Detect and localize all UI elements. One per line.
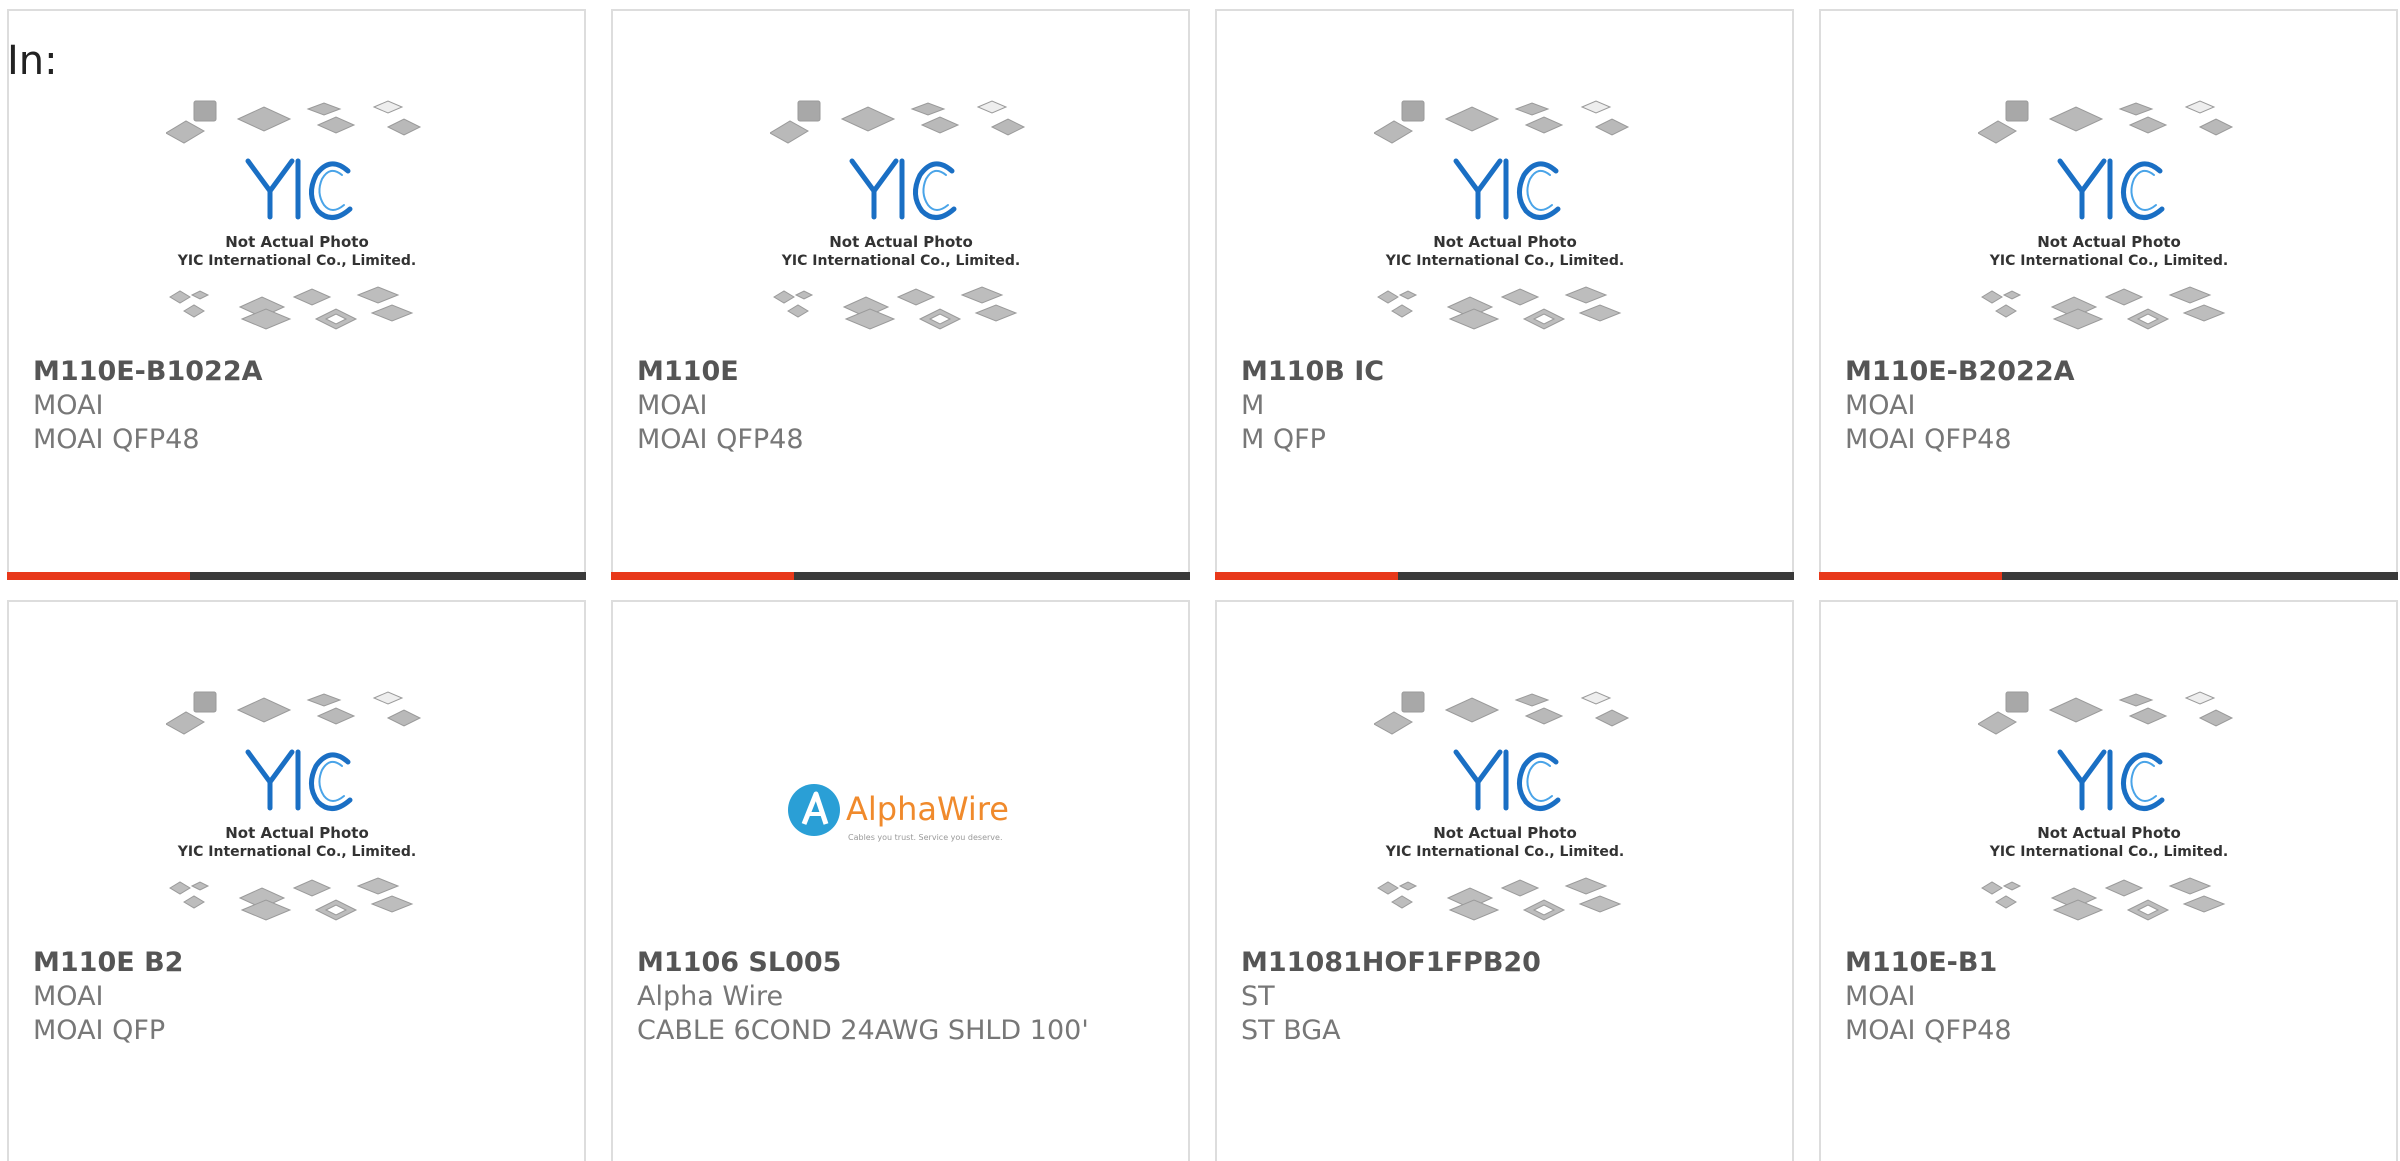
product-thumbnail[interactable]: Not Actual Photo YIC International Co., … (9, 690, 584, 942)
product-card[interactable]: Not Actual Photo YIC International Co., … (7, 9, 586, 580)
bar-dark (2002, 572, 2398, 580)
part-number-link[interactable]: M110E-B2022A (1845, 355, 2384, 389)
card-hover-bar (1215, 572, 1794, 580)
product-description: MOAI QFP (33, 1015, 166, 1046)
not-actual-photo-image: Not Actual Photo YIC International Co., … (165, 691, 421, 921)
product-info: M110E MOAI MOAI QFP48 (637, 355, 1176, 457)
product-info: M110B IC M M QFP (1241, 355, 1780, 457)
svg-text:Not Actual Photo: Not Actual Photo (1433, 233, 1577, 251)
bar-accent (7, 572, 190, 580)
product-card[interactable]: Not Actual Photo YIC International Co., … (1819, 600, 2398, 1161)
svg-text:Not Actual Photo: Not Actual Photo (225, 824, 369, 842)
svg-text:YIC International Co., Limited: YIC International Co., Limited. (780, 253, 1019, 269)
product-info: M110E-B1 MOAI MOAI QFP48 (1845, 946, 2384, 1048)
product-info: M110E B2 MOAI MOAI QFP (33, 946, 572, 1048)
product-description: CABLE 6COND 24AWG SHLD 100' (637, 1015, 1089, 1046)
yic-logo (1453, 158, 1560, 220)
product-results-page: In: Not Actual Photo YIC International C… (0, 0, 2400, 1161)
bar-accent (1215, 572, 1398, 580)
manufacturer: MOAI (1845, 981, 1916, 1012)
product-info: M1106 SL005 Alpha Wire CABLE 6COND 24AWG S… (637, 946, 1176, 1048)
bar-dark (1398, 572, 1794, 580)
not-actual-photo-image: Not Actual Photo YIC International Co., … (1373, 100, 1629, 330)
product-description: MOAI QFP48 (1845, 424, 2012, 455)
svg-text:YIC International Co., Limited: YIC International Co., Limited. (176, 844, 415, 860)
product-description: MOAI QFP48 (1845, 1015, 2012, 1046)
product-thumbnail[interactable]: Not Actual Photo YIC International Co., … (1217, 690, 1792, 942)
bar-dark (190, 572, 586, 580)
bar-dark (794, 572, 1190, 580)
product-card[interactable]: Not Actual Photo YIC International Co., … (7, 600, 586, 1161)
card-hover-bar (611, 572, 1190, 580)
product-thumbnail[interactable]: Not Actual Photo YIC International Co., … (1821, 690, 2396, 942)
product-info: M11081HOF1FPB20 ST ST BGA (1241, 946, 1780, 1048)
manufacturer: M (1241, 390, 1265, 421)
manufacturer: MOAI (33, 390, 104, 421)
not-actual-photo-image: Not Actual Photo YIC International Co., … (1373, 691, 1629, 921)
not-actual-photo-image: Not Actual Photo YIC International Co., … (1977, 100, 2233, 330)
svg-text:YIC International Co., Limited: YIC International Co., Limited. (1988, 844, 2227, 860)
svg-text:YIC International Co., Limited: YIC International Co., Limited. (1384, 253, 1623, 269)
product-thumbnail[interactable]: AlphaWire Cables you trust. Service you … (613, 690, 1188, 942)
bar-accent (611, 572, 794, 580)
product-grid: Not Actual Photo YIC International Co., … (7, 9, 2400, 1161)
in-label: In: (7, 38, 58, 84)
product-thumbnail[interactable]: Not Actual Photo YIC International Co., … (1217, 99, 1792, 351)
product-description: MOAI QFP48 (637, 424, 804, 455)
yic-logo (849, 158, 956, 220)
manufacturer: MOAI (1845, 390, 1916, 421)
part-number-link[interactable]: M110E (637, 355, 1176, 389)
part-number-link[interactable]: M110E B2 (33, 946, 572, 980)
svg-text:Not Actual Photo: Not Actual Photo (2037, 233, 2181, 251)
yic-logo (1453, 749, 1560, 811)
yic-logo (2057, 749, 2164, 811)
yic-logo (245, 158, 352, 220)
svg-text:YIC International Co., Limited: YIC International Co., Limited. (1384, 844, 1623, 860)
part-number-link[interactable]: M110E-B1 (1845, 946, 2384, 980)
product-thumbnail[interactable]: Not Actual Photo YIC International Co., … (9, 99, 584, 351)
svg-text:Not Actual Photo: Not Actual Photo (225, 233, 369, 251)
svg-text:Cables you trust. Service you: Cables you trust. Service you deserve. (848, 833, 1002, 842)
manufacturer: MOAI (637, 390, 708, 421)
svg-text:YIC International Co., Limited: YIC International Co., Limited. (1988, 253, 2227, 269)
product-thumbnail[interactable]: Not Actual Photo YIC International Co., … (1821, 99, 2396, 351)
product-info: M110E-B2022A MOAI MOAI QFP48 (1845, 355, 2384, 457)
product-card[interactable]: Not Actual Photo YIC International Co., … (611, 9, 1190, 580)
manufacturer: MOAI (33, 981, 104, 1012)
svg-text:YIC International Co., Limited: YIC International Co., Limited. (176, 253, 415, 269)
product-info: M110E-B1022A MOAI MOAI QFP48 (33, 355, 572, 457)
not-actual-photo-image: Not Actual Photo YIC International Co., … (165, 100, 421, 330)
svg-text:AlphaWire: AlphaWire (846, 790, 1009, 828)
card-hover-bar (7, 572, 586, 580)
yic-logo (2057, 158, 2164, 220)
svg-text:Not Actual Photo: Not Actual Photo (1433, 824, 1577, 842)
manufacturer: Alpha Wire (637, 981, 784, 1012)
alpha-wire-logo: AlphaWire Cables you trust. Service you … (787, 784, 1009, 842)
part-number-link[interactable]: M110E-B1022A (33, 355, 572, 389)
product-card[interactable]: AlphaWire Cables you trust. Service you … (611, 600, 1190, 1161)
card-hover-bar (1819, 572, 2398, 580)
product-description: M QFP (1241, 424, 1326, 455)
part-number-link[interactable]: M110B IC (1241, 355, 1780, 389)
product-card[interactable]: Not Actual Photo YIC International Co., … (1819, 9, 2398, 580)
product-description: MOAI QFP48 (33, 424, 200, 455)
svg-text:Not Actual Photo: Not Actual Photo (2037, 824, 2181, 842)
not-actual-photo-image: Not Actual Photo YIC International Co., … (769, 100, 1025, 330)
part-number-link[interactable]: M11081HOF1FPB20 (1241, 946, 1780, 980)
product-description: ST BGA (1241, 1015, 1341, 1046)
manufacturer: ST (1241, 981, 1275, 1012)
product-thumbnail[interactable]: Not Actual Photo YIC International Co., … (613, 99, 1188, 351)
svg-text:Not Actual Photo: Not Actual Photo (829, 233, 973, 251)
product-card[interactable]: Not Actual Photo YIC International Co., … (1215, 9, 1794, 580)
yic-logo (245, 749, 352, 811)
part-number-link[interactable]: M1106 SL005 (637, 946, 1176, 980)
not-actual-photo-image: Not Actual Photo YIC International Co., … (1977, 691, 2233, 921)
product-card[interactable]: Not Actual Photo YIC International Co., … (1215, 600, 1794, 1161)
bar-accent (1819, 572, 2002, 580)
